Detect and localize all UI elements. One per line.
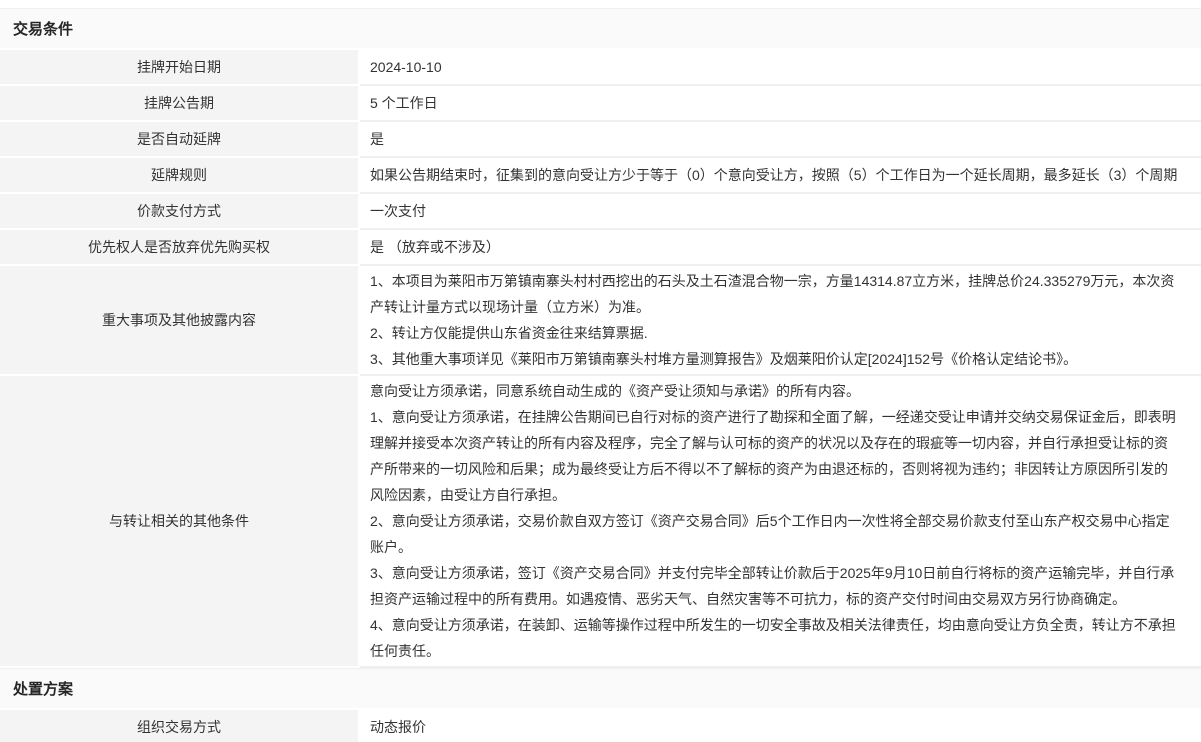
listing-detail-table: 交易条件 挂牌开始日期 2024-10-10 挂牌公告期 5 个工作日 是否自动… bbox=[0, 0, 1201, 742]
table-row-major-matters-disclosure: 重大事项及其他披露内容 1、本项目为莱阳市万第镇南寨头村村西挖出的石头及土石渣混… bbox=[0, 266, 1201, 374]
table-row-announcement-period: 挂牌公告期 5 个工作日 bbox=[0, 86, 1201, 120]
section-header-disposal-plan: 处置方案 bbox=[0, 668, 1201, 708]
row-value: 意向受让方须承诺，同意系统自动生成的《资产受让须知与承诺》的所有内容。 1、意向… bbox=[360, 376, 1201, 666]
row-label: 延牌规则 bbox=[0, 158, 358, 192]
section-title-trade-conditions: 交易条件 bbox=[13, 18, 73, 39]
row-value: 动态报价 bbox=[360, 710, 1201, 742]
row-label: 组织交易方式 bbox=[0, 710, 358, 742]
row-label: 挂牌开始日期 bbox=[0, 50, 358, 84]
row-label: 价款支付方式 bbox=[0, 194, 358, 228]
table-row-payment-method: 价款支付方式 一次支付 bbox=[0, 194, 1201, 228]
row-value: 5 个工作日 bbox=[360, 86, 1201, 120]
row-label: 优先权人是否放弃优先购买权 bbox=[0, 230, 358, 264]
row-label: 重大事项及其他披露内容 bbox=[0, 266, 358, 374]
row-label: 与转让相关的其他条件 bbox=[0, 376, 358, 666]
table-row-other-transfer-conditions: 与转让相关的其他条件 意向受让方须承诺，同意系统自动生成的《资产受让须知与承诺》… bbox=[0, 376, 1201, 666]
row-label: 挂牌公告期 bbox=[0, 86, 358, 120]
table-row-auto-extension: 是否自动延牌 是 bbox=[0, 122, 1201, 156]
section-header-trade-conditions: 交易条件 bbox=[0, 8, 1201, 48]
row-value: 一次支付 bbox=[360, 194, 1201, 228]
section-title-disposal-plan: 处置方案 bbox=[13, 678, 73, 699]
table-row-listing-start-date: 挂牌开始日期 2024-10-10 bbox=[0, 50, 1201, 84]
table-row-extension-rule: 延牌规则 如果公告期结束时，征集到的意向受让方少于等于（0）个意向受让方，按照（… bbox=[0, 158, 1201, 192]
row-value: 是 bbox=[360, 122, 1201, 156]
row-value: 1、本项目为莱阳市万第镇南寨头村村西挖出的石头及土石渣混合物一宗，方量14314… bbox=[360, 266, 1201, 374]
row-label: 是否自动延牌 bbox=[0, 122, 358, 156]
row-value: 是 （放弃或不涉及） bbox=[360, 230, 1201, 264]
table-row-priority-right-waiver: 优先权人是否放弃优先购买权 是 （放弃或不涉及） bbox=[0, 230, 1201, 264]
row-value: 如果公告期结束时，征集到的意向受让方少于等于（0）个意向受让方，按照（5）个工作… bbox=[360, 158, 1201, 192]
table-row-transaction-organization-method: 组织交易方式 动态报价 bbox=[0, 710, 1201, 742]
row-value: 2024-10-10 bbox=[360, 50, 1201, 84]
